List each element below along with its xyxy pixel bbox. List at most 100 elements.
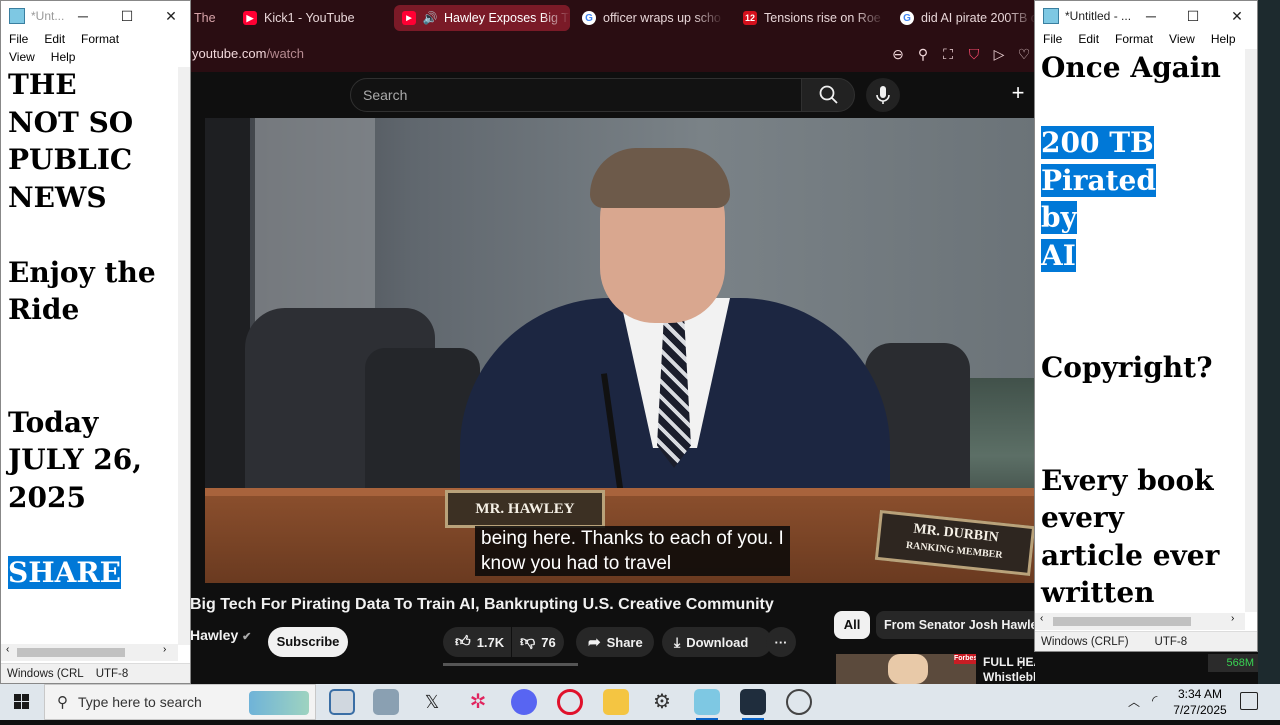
- notification-icon[interactable]: [1240, 692, 1258, 710]
- share-button[interactable]: ➦ Share: [576, 627, 654, 657]
- taskbar: ⚲ Type here to search 𝕏 ✲ ⚙ ︿ ◜ 3:34 AM …: [0, 684, 1280, 720]
- zoom-out-icon[interactable]: ⊖: [889, 45, 907, 63]
- horizontal-scrollbar[interactable]: ‹ ›: [1, 644, 178, 661]
- thumbs-down-icon: 👎︎: [520, 633, 536, 650]
- app-icon[interactable]: [373, 689, 399, 715]
- verified-icon: ✔: [242, 631, 252, 643]
- file-explorer-icon[interactable]: [603, 689, 629, 715]
- windows-logo-icon: [14, 694, 29, 709]
- share-icon: ➦: [588, 634, 601, 651]
- menu-edit[interactable]: Edit: [1070, 30, 1107, 48]
- taskbar-search[interactable]: ⚲ Type here to search: [44, 684, 316, 720]
- youtube-icon: ▶: [402, 11, 416, 25]
- forbes-badge: Forbes: [954, 654, 976, 664]
- vertical-scrollbar[interactable]: [1245, 49, 1257, 612]
- vertical-scrollbar[interactable]: [178, 67, 190, 645]
- youtube-icon: ▶: [243, 11, 257, 25]
- heart-icon[interactable]: ♡: [1015, 45, 1033, 63]
- notepad-right-text[interactable]: Once Again 200 TB Pirated by AI Copyrigh…: [1041, 49, 1221, 612]
- menu-file[interactable]: File: [1035, 30, 1070, 48]
- news12-icon: 12: [743, 11, 757, 25]
- voice-search-button[interactable]: [866, 78, 900, 112]
- search-button[interactable]: [801, 78, 855, 112]
- download-button[interactable]: ⤓ Download: [662, 627, 772, 657]
- tab-label: The: [194, 11, 216, 25]
- speedometer-icon[interactable]: [786, 689, 812, 715]
- discord-icon[interactable]: [511, 689, 537, 715]
- send-icon[interactable]: ▷: [990, 45, 1008, 63]
- menu-format[interactable]: Format: [73, 30, 127, 48]
- google-icon: G: [582, 11, 596, 25]
- tab-3[interactable]: G officer wraps up scho: [574, 5, 724, 31]
- clock-time: 3:34 AM: [1177, 687, 1223, 701]
- like-button[interactable]: 👍︎ 1.7K: [443, 627, 511, 657]
- thumbs-up-icon: 👍︎: [455, 633, 471, 650]
- tab-0[interactable]: The: [190, 5, 232, 31]
- subscribe-button[interactable]: Subscribe: [268, 627, 348, 657]
- more-actions-button[interactable]: ···: [766, 627, 796, 657]
- menu-edit[interactable]: Edit: [36, 30, 73, 48]
- snapshot-icon[interactable]: ⛶: [939, 45, 957, 63]
- status-bar: Windows (CRL UTF-8: [1, 663, 190, 683]
- recommendation-thumbnail[interactable]: Forbes: [836, 654, 976, 684]
- microphone-icon: [876, 86, 890, 104]
- menu-view[interactable]: View: [1161, 30, 1203, 48]
- channel-name[interactable]: Hawley ✔: [190, 627, 251, 643]
- network-icon[interactable]: ◜: [1152, 692, 1157, 709]
- close-button[interactable]: ✕: [1215, 1, 1257, 31]
- search-input[interactable]: [363, 87, 783, 103]
- menu-bar: File Edit Format View Help: [1035, 30, 1257, 48]
- tab-label: Kick1 - YouTube: [264, 11, 355, 25]
- video-caption: being here. Thanks to each of you. I kno…: [475, 526, 790, 576]
- horizontal-scrollbar[interactable]: ‹ ›: [1035, 613, 1245, 630]
- menu-bar: File Edit Format View Help: [1, 30, 161, 66]
- progress-bar[interactable]: [443, 663, 578, 666]
- menu-file[interactable]: File: [1, 30, 36, 48]
- menu-format[interactable]: Format: [1107, 30, 1161, 48]
- menu-help[interactable]: Help: [1203, 30, 1244, 48]
- tab-strip: The ▶ Kick1 - YouTube ▶ 🔊 Hawley Exposes…: [190, 0, 1035, 36]
- tab-1[interactable]: ▶ Kick1 - YouTube: [235, 5, 385, 31]
- dislike-button[interactable]: 👎︎ 76: [512, 627, 564, 657]
- menu-help[interactable]: Help: [43, 48, 84, 66]
- notepad-right-window: *Untitled - ... ─ ☐ ✕ File Edit Format V…: [1034, 0, 1258, 652]
- dev-app-icon[interactable]: ✲: [465, 689, 491, 715]
- chip-all[interactable]: All: [834, 611, 870, 639]
- more-horizontal-icon: ···: [774, 634, 788, 650]
- maximize-button[interactable]: ☐: [1171, 1, 1215, 31]
- calculator-icon[interactable]: [329, 689, 355, 715]
- settings-gear-icon[interactable]: ⚙: [649, 689, 675, 715]
- close-button[interactable]: ✕: [149, 1, 190, 31]
- tab-4[interactable]: 12 Tensions rise on Roe: [735, 5, 885, 31]
- memory-monitor: 568M: [1208, 654, 1258, 672]
- tab-2-active[interactable]: ▶ 🔊 Hawley Exposes Big T: [394, 5, 570, 31]
- pin-icon[interactable]: ⚲: [914, 45, 932, 63]
- youtube-header: +: [190, 72, 1035, 118]
- chip-from-channel[interactable]: From Senator Josh Hawley: [876, 611, 1035, 639]
- address-bar[interactable]: youtube.com/watch ⊖ ⚲ ⛶ ⛉ ▷ ♡: [190, 36, 1035, 72]
- pocket-icon[interactable]: ⛉: [965, 45, 983, 63]
- selected-text: by: [1041, 201, 1077, 234]
- chevron-up-icon[interactable]: ︿: [1128, 693, 1140, 710]
- minimize-button[interactable]: ─: [61, 1, 105, 31]
- clock[interactable]: 3:34 AM 7/27/2025: [1170, 686, 1230, 718]
- tab-5[interactable]: G did AI pirate 200TB o: [892, 5, 1035, 31]
- notepad-taskbar-icon[interactable]: [694, 689, 720, 720]
- more-vertical-icon[interactable]: ⋮: [1014, 654, 1028, 671]
- start-button[interactable]: [0, 684, 44, 720]
- google-icon: G: [900, 11, 914, 25]
- download-icon: ⤓: [674, 633, 681, 650]
- minimize-button[interactable]: ─: [1129, 1, 1173, 31]
- menu-view[interactable]: View: [1, 48, 43, 66]
- create-button[interactable]: +: [1004, 80, 1032, 108]
- video-player[interactable]: MR. HAWLEY MR. DURBIN RANKING MEMBER: [205, 118, 1035, 583]
- x-icon[interactable]: 𝕏: [419, 689, 445, 715]
- selected-text: AI: [1041, 238, 1076, 272]
- maximize-button[interactable]: ☐: [105, 1, 149, 31]
- app-r-icon[interactable]: [740, 689, 766, 720]
- search-highlight-icon: [249, 691, 309, 715]
- opera-icon[interactable]: [557, 689, 583, 715]
- search-box[interactable]: [350, 78, 802, 112]
- url-text[interactable]: youtube.com/watch: [192, 46, 304, 61]
- notepad-left-text[interactable]: THE NOT SO PUBLIC NEWS Enjoy the Ride To…: [8, 66, 156, 591]
